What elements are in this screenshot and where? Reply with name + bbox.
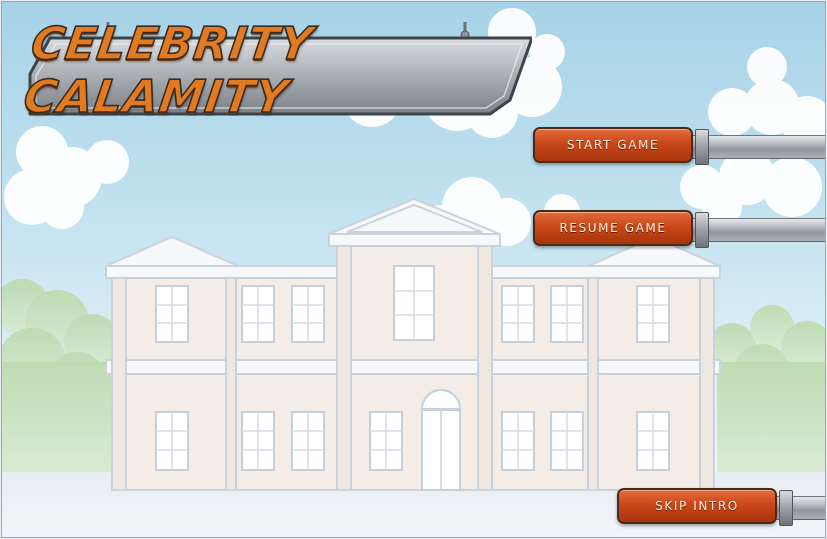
resume-game-button[interactable]: RESUME GAME	[533, 210, 693, 246]
game-stage: Celebrity Calamity START GAME RESUME GAM…	[1, 1, 826, 538]
start-game-group: START GAME	[533, 127, 825, 167]
pipe-collar	[779, 490, 793, 526]
start-game-button[interactable]: START GAME	[533, 127, 693, 163]
pipe-collar	[695, 129, 709, 165]
door-icon	[420, 389, 462, 491]
title-sign: Celebrity Calamity	[20, 16, 532, 124]
skip-intro-button[interactable]: SKIP INTRO	[617, 488, 777, 524]
pipe-collar	[695, 212, 709, 248]
game-title: Celebrity Calamity	[20, 16, 318, 124]
skip-intro-group: SKIP INTRO	[617, 488, 825, 528]
resume-game-group: RESUME GAME	[533, 210, 825, 250]
